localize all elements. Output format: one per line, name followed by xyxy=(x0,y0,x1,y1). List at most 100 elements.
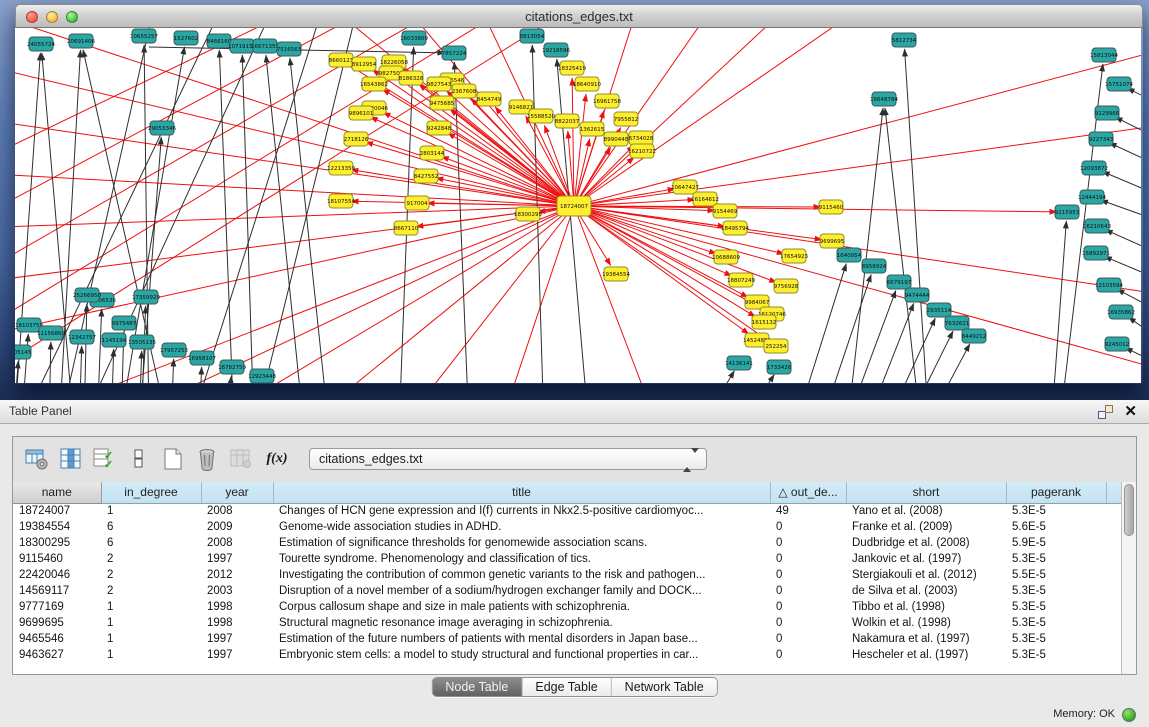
table-cell[interactable]: 2009 xyxy=(201,519,273,535)
network-node[interactable]: 9154469 xyxy=(713,204,738,218)
network-node[interactable]: 8813054 xyxy=(520,29,545,43)
scrollbar-thumb[interactable] xyxy=(1124,484,1134,536)
table-cell[interactable]: Nakamura et al. (1997) xyxy=(846,631,1006,647)
network-node[interactable]: 1733426 xyxy=(767,360,792,374)
column-header-pagerank[interactable]: pagerank xyxy=(1006,482,1106,503)
table-cell[interactable]: 1 xyxy=(101,631,201,647)
network-node[interactable]: 10655257 xyxy=(130,29,158,43)
close-panel-icon[interactable]: ✕ xyxy=(1124,402,1137,420)
column-header-short[interactable]: short xyxy=(846,482,1006,503)
table-row[interactable]: 1830029562008Estimation of significance … xyxy=(13,535,1121,551)
table-cell[interactable]: Genome-wide association studies in ADHD. xyxy=(273,519,770,535)
table-cell[interactable]: 2003 xyxy=(201,583,273,599)
table-cell[interactable]: de Silva et al. (2003) xyxy=(846,583,1006,599)
window-titlebar[interactable]: citations_edges.txt xyxy=(15,4,1143,28)
network-node[interactable]: 9115460 xyxy=(819,200,844,214)
rows-icon[interactable] xyxy=(125,445,153,473)
table-cell[interactable]: Hescheler et al. (1997) xyxy=(846,647,1006,663)
network-node[interactable]: 8912954 xyxy=(352,57,377,71)
network-node[interactable]: 9474444 xyxy=(905,288,930,302)
network-node[interactable]: 18300295 xyxy=(514,207,542,221)
table-cell[interactable]: 5.3E-5 xyxy=(1006,583,1106,599)
network-node[interactable]: 19384554 xyxy=(602,267,630,281)
table-cell[interactable]: 14569117 xyxy=(13,583,101,599)
network-node[interactable]: 18640910 xyxy=(573,77,601,91)
memory-status-icon[interactable] xyxy=(1122,708,1136,722)
minimize-window-button[interactable] xyxy=(46,11,58,23)
table-cell[interactable]: Investigating the contribution of common… xyxy=(273,567,770,583)
new-table-icon[interactable] xyxy=(159,445,187,473)
network-node[interactable]: 8186328 xyxy=(399,71,424,85)
network-node[interactable]: 9896101 xyxy=(349,106,374,120)
network-node[interactable]: 10688609 xyxy=(712,250,740,264)
table-cell[interactable]: Structural magnetic resonance image aver… xyxy=(273,615,770,631)
table-cell[interactable]: Franke et al. (2009) xyxy=(846,519,1006,535)
table-cell[interactable]: 6 xyxy=(101,535,201,551)
table-row[interactable]: 1938455462009Genome-wide association stu… xyxy=(13,519,1121,535)
table-options-icon[interactable] xyxy=(23,445,51,473)
network-node[interactable]: 9129966 xyxy=(1095,106,1120,120)
table-cell[interactable]: 9465546 xyxy=(13,631,101,647)
network-node[interactable]: 2367608 xyxy=(452,84,477,98)
network-node[interactable]: 16648784 xyxy=(870,92,898,106)
network-node[interactable]: 1527602 xyxy=(174,31,199,45)
table-cell[interactable]: Estimation of significance thresholds fo… xyxy=(273,535,770,551)
table-row[interactable]: 1456911722003Disruption of a novel membe… xyxy=(13,583,1121,599)
table-cell[interactable]: 49 xyxy=(770,503,846,519)
table-cell[interactable]: 0 xyxy=(770,631,846,647)
network-node[interactable]: 17957253 xyxy=(160,343,188,357)
column-header-out_de[interactable]: △ out_de... xyxy=(770,482,846,503)
column-header-name[interactable]: name xyxy=(13,482,101,503)
table-cell[interactable]: Dudbridge et al. (2008) xyxy=(846,535,1006,551)
table-row[interactable]: 946554611997Estimation of the future num… xyxy=(13,631,1121,647)
table-row[interactable]: 969969511998Structural magnetic resonanc… xyxy=(13,615,1121,631)
table-cell[interactable]: Disruption of a novel member of a sodium… xyxy=(273,583,770,599)
network-node[interactable]: 24055724 xyxy=(27,37,55,51)
network-node[interactable]: 1615132 xyxy=(752,315,777,329)
network-node[interactable]: 8667110 xyxy=(394,221,419,235)
table-cell[interactable]: 5.3E-5 xyxy=(1006,615,1106,631)
network-node[interactable]: 12213359 xyxy=(327,161,355,175)
network-node[interactable]: 9827543 xyxy=(427,77,452,91)
network-canvas[interactable]: 1872400718300295866012389129541822605898… xyxy=(15,28,1141,383)
table-cell[interactable]: Estimation of the future numbers of pati… xyxy=(273,631,770,647)
table-cell[interactable]: Jankovic et al. (1997) xyxy=(846,551,1006,567)
table-cell[interactable]: 9115460 xyxy=(13,551,101,567)
table-cell[interactable]: 5.5E-5 xyxy=(1006,567,1106,583)
network-node[interactable]: 9227343 xyxy=(1089,132,1114,146)
network-node[interactable]: 1640954 xyxy=(837,248,862,262)
network-graph[interactable]: 1872400718300295866012389129541822605898… xyxy=(15,28,1141,383)
network-node[interactable]: 16958107 xyxy=(188,351,216,365)
table-cell[interactable]: 5.3E-5 xyxy=(1006,551,1106,567)
table-cell[interactable]: 1997 xyxy=(201,551,273,567)
network-node[interactable]: 9699695 xyxy=(820,234,845,248)
network-node[interactable]: 12103594 xyxy=(1095,278,1123,292)
network-node[interactable]: 8660123 xyxy=(329,53,354,67)
network-node[interactable]: 8427552 xyxy=(414,169,439,183)
selection-mode-icon[interactable]: ✓✓ xyxy=(91,445,119,473)
table-cell[interactable]: Tibbo et al. (1998) xyxy=(846,599,1006,615)
network-node[interactable]: 12923448 xyxy=(248,369,276,383)
table-cell[interactable]: Yano et al. (2008) xyxy=(846,503,1006,519)
network-node[interactable]: 8454749 xyxy=(477,92,502,106)
table-row[interactable]: 2242004622012Investigating the contribut… xyxy=(13,567,1121,583)
network-node[interactable]: 5812734 xyxy=(892,33,917,47)
network-node[interactable]: 18724007 xyxy=(557,196,591,216)
table-cell[interactable]: Changes of HCN gene expression and I(f) … xyxy=(273,503,770,519)
network-node[interactable]: 11156869 xyxy=(37,326,65,340)
table-cell[interactable]: Embryonic stem cells: a model to study s… xyxy=(273,647,770,663)
network-node[interactable]: 16210643 xyxy=(1083,219,1111,233)
network-node[interactable]: 7955812 xyxy=(614,112,639,126)
table-cell[interactable]: 5.3E-5 xyxy=(1006,599,1106,615)
table-cell[interactable]: 9463627 xyxy=(13,647,101,663)
network-node[interactable]: 18107554 xyxy=(327,194,355,208)
network-node[interactable]: 9242848 xyxy=(427,121,452,135)
network-node[interactable]: 15813044 xyxy=(1090,48,1118,62)
network-node[interactable]: 16543862 xyxy=(360,77,388,91)
network-node[interactable]: 6679197 xyxy=(887,275,912,289)
tab-node-table[interactable]: Node Table xyxy=(432,678,522,696)
network-node[interactable]: 7857224 xyxy=(442,46,467,60)
table-row[interactable]: 1872400712008Changes of HCN gene express… xyxy=(13,503,1121,519)
table-cell[interactable]: 0 xyxy=(770,599,846,615)
table-cell[interactable]: 19384554 xyxy=(13,519,101,535)
